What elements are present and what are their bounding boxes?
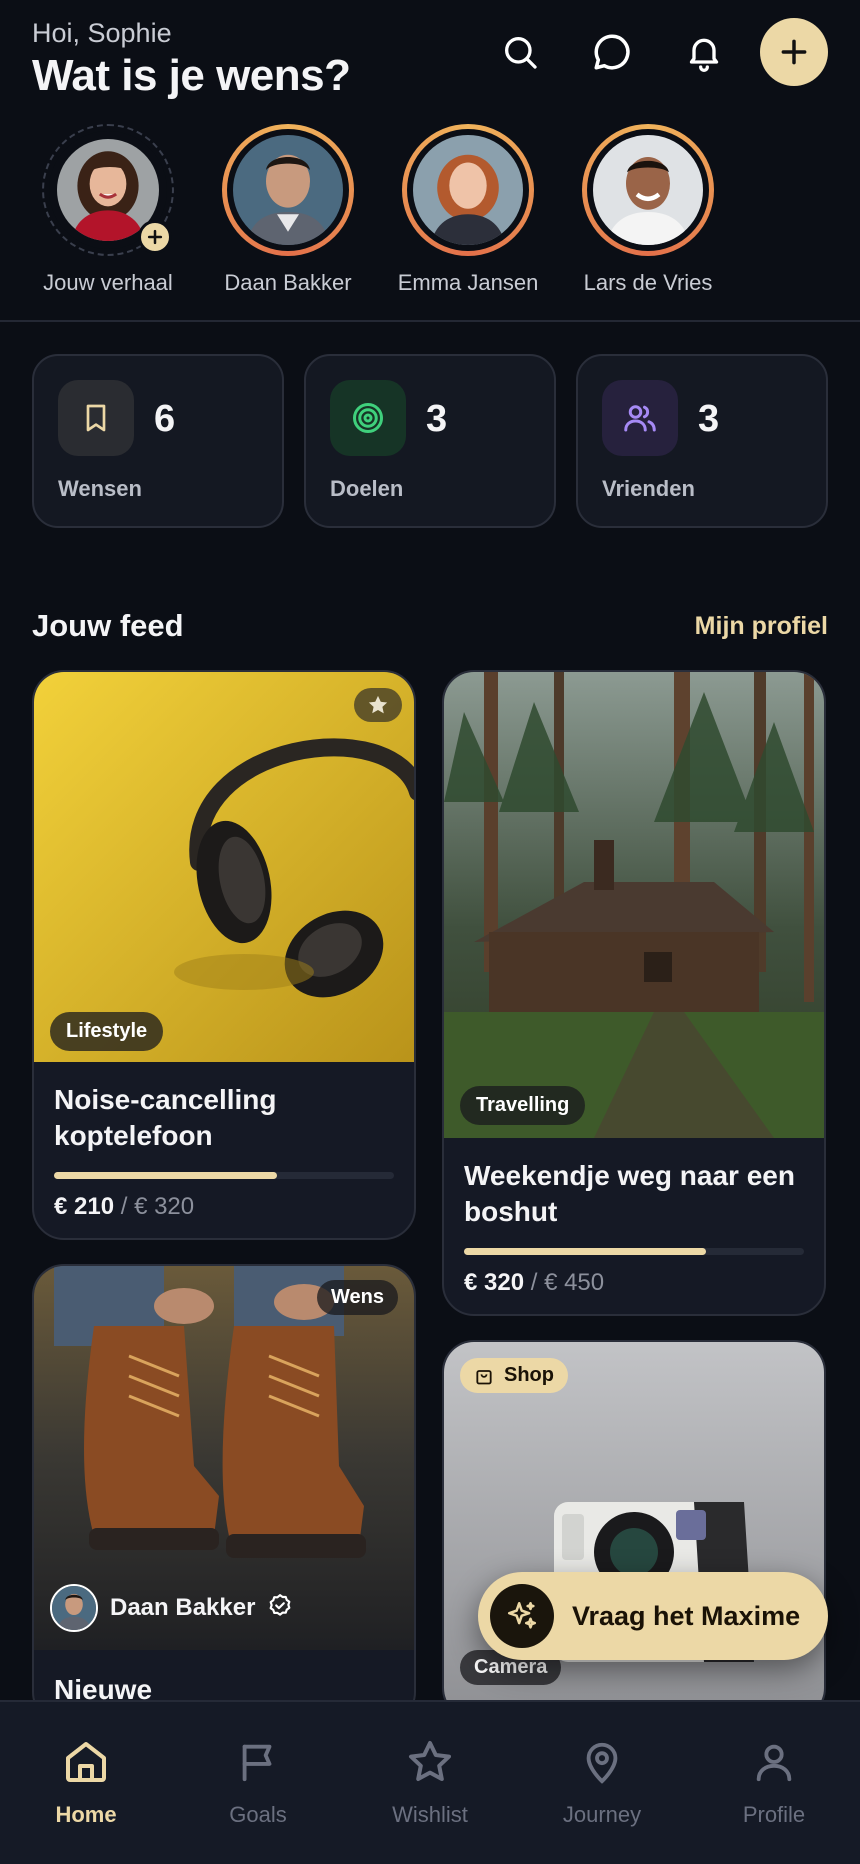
page-title: Wat is je wens? xyxy=(32,51,351,100)
bookmark-icon xyxy=(58,380,134,456)
avatar xyxy=(233,135,343,245)
greeting: Hoi, Sophie xyxy=(32,18,172,48)
stat-label: Vrienden xyxy=(602,476,695,501)
story-name: Lars de Vries xyxy=(583,270,713,295)
story-name: Emma Jansen xyxy=(397,270,539,295)
card-image: Shop Camera xyxy=(444,1342,824,1718)
wish-badge: Wens xyxy=(317,1280,398,1315)
story-own[interactable]: Jouw verhaal xyxy=(18,124,198,296)
amount-current: € 320 xyxy=(464,1269,525,1296)
shopping-bag-icon xyxy=(474,1366,494,1386)
my-profile-link[interactable]: Mijn profiel xyxy=(695,612,828,641)
stories-row: Jouw verhaal Daan Bakker Emma Jansen Lar… xyxy=(0,124,860,304)
amount: € 320 / € 450 xyxy=(464,1269,804,1297)
story-name: Daan Bakker xyxy=(224,270,352,295)
sparkles-icon xyxy=(490,1584,554,1648)
divider xyxy=(0,320,860,322)
nav-profile[interactable]: Profile xyxy=(688,1736,860,1828)
nav-label: Journey xyxy=(562,1802,642,1827)
feed-title: Jouw feed xyxy=(32,608,184,643)
nav-goals[interactable]: Goals xyxy=(172,1736,344,1828)
users-icon xyxy=(602,380,678,456)
feed-card[interactable]: Travelling Weekendje weg naar een boshut… xyxy=(442,670,826,1316)
story-emma-jansen[interactable]: Emma Jansen xyxy=(378,124,558,296)
stat-value: 3 xyxy=(426,398,448,440)
amount-goal: / € 320 xyxy=(120,1193,195,1220)
progress-bar xyxy=(54,1172,394,1179)
nav-label: Wishlist xyxy=(392,1802,468,1827)
ask-maxime-button[interactable]: Vraag het Maxime xyxy=(478,1572,828,1660)
stat-label: Wensen xyxy=(58,476,142,501)
author-name: Daan Bakker xyxy=(110,1594,256,1621)
card-image: Wens Daan Bakker xyxy=(34,1266,414,1650)
header: Hoi, Sophie Wat is je wens? xyxy=(32,18,351,101)
card-title: Noise-cancelling koptelefoon xyxy=(54,1084,277,1151)
category-tag: Lifestyle xyxy=(50,1012,164,1051)
feed-card[interactable]: Lifestyle Noise-cancelling koptelefoon €… xyxy=(32,670,416,1240)
bell-icon[interactable] xyxy=(678,26,730,78)
avatar xyxy=(593,135,703,245)
stat-label: Doelen xyxy=(330,476,404,501)
shop-badge-label: Shop xyxy=(504,1364,554,1386)
nav-label: Goals xyxy=(229,1802,287,1827)
star-icon xyxy=(344,1736,516,1788)
nav-journey[interactable]: Journey xyxy=(516,1736,688,1828)
nav-label: Profile xyxy=(742,1802,806,1827)
nav-label: Home xyxy=(55,1802,117,1827)
story-ring xyxy=(222,124,354,256)
map-pin-icon xyxy=(516,1736,688,1788)
feed-header: Jouw feed Mijn profiel xyxy=(32,608,828,644)
stat-doelen[interactable]: 3 Doelen xyxy=(304,354,556,528)
story-ring xyxy=(42,124,174,256)
feed-card[interactable]: Shop Camera xyxy=(442,1340,826,1720)
verified-icon xyxy=(267,1593,293,1624)
favorite-star-icon[interactable] xyxy=(354,688,402,722)
bottom-nav: Home Goals Wishlist Journey Profile xyxy=(0,1700,860,1864)
plus-icon xyxy=(781,39,807,65)
nav-home[interactable]: Home xyxy=(0,1736,172,1828)
story-daan-bakker[interactable]: Daan Bakker xyxy=(198,124,378,296)
story-ring xyxy=(582,124,714,256)
story-ring xyxy=(402,124,534,256)
stat-vrienden[interactable]: 3 Vrienden xyxy=(576,354,828,528)
stats-row: 6 Wensen 3 Doelen 3 Vrienden xyxy=(32,354,828,528)
card-author[interactable]: Daan Bakker xyxy=(50,1584,293,1632)
create-wish-button[interactable] xyxy=(760,18,828,86)
progress-fill xyxy=(54,1172,278,1179)
target-icon xyxy=(330,380,406,456)
fab-label: Vraag het Maxime xyxy=(572,1600,801,1631)
story-lars-de-vries[interactable]: Lars de Vries xyxy=(558,124,738,296)
search-icon[interactable] xyxy=(494,26,546,78)
add-story-icon[interactable] xyxy=(138,220,172,254)
card-image: Lifestyle xyxy=(34,672,414,1062)
category-tag: Travelling xyxy=(460,1086,586,1125)
feed-card[interactable]: Wens Daan Bakker Nieuwe xyxy=(32,1264,416,1724)
amount: € 210 / € 320 xyxy=(54,1193,394,1221)
avatar xyxy=(413,135,523,245)
home-icon xyxy=(0,1736,172,1788)
stat-wensen[interactable]: 6 Wensen xyxy=(32,354,284,528)
stat-value: 3 xyxy=(698,398,720,440)
story-name: Jouw verhaal xyxy=(43,270,173,295)
progress-fill xyxy=(464,1248,706,1255)
shop-badge: Shop xyxy=(460,1358,568,1393)
stat-value: 6 xyxy=(154,398,176,440)
avatar xyxy=(50,1584,98,1632)
user-icon xyxy=(688,1736,860,1788)
amount-goal: / € 450 xyxy=(530,1269,605,1296)
chat-icon[interactable] xyxy=(586,26,638,78)
nav-wishlist[interactable]: Wishlist xyxy=(344,1736,516,1828)
card-title: Weekendje weg naar een boshut xyxy=(464,1160,795,1227)
card-image: Travelling xyxy=(444,672,824,1138)
flag-icon xyxy=(172,1736,344,1788)
amount-current: € 210 xyxy=(54,1193,115,1220)
progress-bar xyxy=(464,1248,804,1255)
